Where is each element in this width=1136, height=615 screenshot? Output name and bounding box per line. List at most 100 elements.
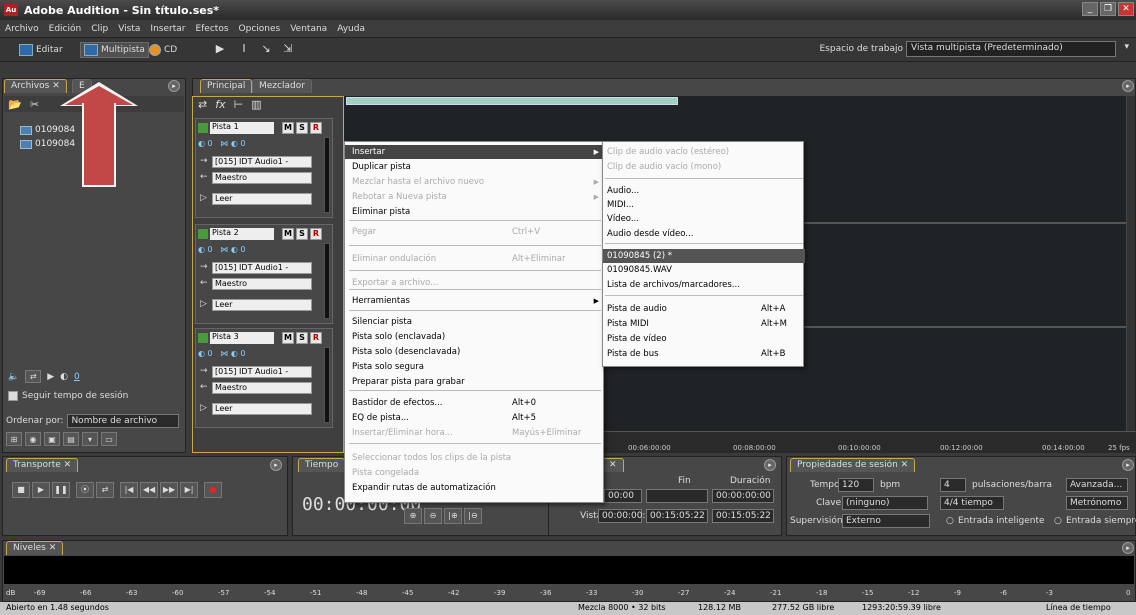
- track-pista-1[interactable]: Pista 1 M S R ◐ 0 ⋈ ◐ 0 → [015] IDT Audi…: [195, 118, 333, 218]
- context-menu-item[interactable]: Silenciar pista: [345, 315, 605, 329]
- track-input-select[interactable]: [015] IDT Audio1 -: [212, 156, 312, 168]
- tab-archivos[interactable]: Archivos ✕: [4, 79, 67, 93]
- tab-principal[interactable]: Principal: [200, 79, 253, 93]
- beats-field[interactable]: 4: [940, 478, 966, 492]
- editar-button[interactable]: Editar: [16, 42, 66, 58]
- track-pan[interactable]: 0: [240, 139, 245, 148]
- volume-knob-icon[interactable]: ◐: [198, 245, 205, 254]
- context-menu-item[interactable]: Preparar pista para grabar: [345, 375, 605, 389]
- selection-end-field[interactable]: [646, 489, 708, 503]
- zoom-in-amplitude-icon[interactable]: ⊕: [404, 508, 422, 524]
- automation-mode-select[interactable]: Leer: [212, 193, 312, 205]
- effects-icon[interactable]: fx: [215, 98, 225, 111]
- always-input-radio[interactable]: ○: [1054, 516, 1062, 526]
- automation-mode-select[interactable]: Leer: [212, 403, 312, 415]
- selection-duration-field[interactable]: 00:00:00:00: [712, 489, 774, 503]
- context-menu-item[interactable]: EQ de pista... Alt+5: [345, 411, 605, 425]
- view-duration-field[interactable]: 00:15:05:22: [712, 509, 774, 523]
- play-button[interactable]: ▶: [32, 482, 50, 498]
- marker-filter-icon[interactable]: ▾: [82, 432, 98, 446]
- tab-tiempo[interactable]: Tiempo: [298, 458, 346, 472]
- automation-mode-select[interactable]: Leer: [212, 299, 312, 311]
- tab-transporte[interactable]: Transporte ✕: [6, 458, 79, 472]
- track-output-select[interactable]: Maestro: [212, 382, 312, 394]
- track-input-select[interactable]: [015] IDT Audio1 -: [212, 366, 312, 378]
- submenu-item[interactable]: 01090845 (2) *: [603, 249, 805, 263]
- zoom-in-time-icon[interactable]: |⊕: [444, 508, 462, 524]
- preview-volume-value[interactable]: 0: [74, 372, 80, 382]
- track-pan[interactable]: 0: [240, 245, 245, 254]
- menu-insertar[interactable]: Insertar: [145, 24, 190, 34]
- view-end-field[interactable]: 00:15:05:22: [646, 509, 708, 523]
- video-filter-icon[interactable]: ▤: [63, 432, 79, 446]
- track-name[interactable]: Pista 3: [210, 332, 274, 344]
- submenu-item[interactable]: Pista de audio Alt+A: [603, 302, 805, 316]
- hybrid-tool-icon[interactable]: ↘: [258, 42, 274, 58]
- volume-knob-icon[interactable]: ◐: [198, 349, 205, 358]
- track-pista-2[interactable]: Pista 2 M S R ◐ 0 ⋈ ◐ 0 → [015] IDT Audi…: [195, 224, 333, 324]
- submenu-item[interactable]: Pista MIDI Alt+M: [603, 317, 805, 331]
- selection-start-field[interactable]: 00:00: [604, 489, 642, 503]
- loop-icon[interactable]: ⇄: [25, 370, 42, 383]
- menu-efectos[interactable]: Efectos: [190, 24, 233, 34]
- mute-button[interactable]: M: [282, 122, 294, 134]
- volume-knob-icon[interactable]: ◐: [198, 139, 205, 148]
- workspace-select[interactable]: Vista multipista (Predeterminado) ▾: [906, 41, 1129, 57]
- track-output-select[interactable]: Maestro: [212, 278, 312, 290]
- advanced-button[interactable]: Avanzada...: [1066, 478, 1128, 492]
- volume-knob-icon[interactable]: ◐: [60, 372, 68, 382]
- tab-selection[interactable]: ✕: [602, 458, 624, 472]
- metronome-button[interactable]: Metrónomo: [1066, 496, 1128, 510]
- move-tool-icon[interactable]: ▶: [212, 42, 228, 58]
- minimize-icon[interactable]: _: [1082, 2, 1098, 16]
- filter-icon[interactable]: ⊞: [6, 432, 22, 446]
- arm-record-button[interactable]: R: [310, 228, 322, 240]
- eq-icon[interactable]: ▥: [251, 98, 261, 111]
- track-name[interactable]: Pista 1: [210, 122, 274, 134]
- automation-expand-icon[interactable]: ▷: [200, 299, 207, 309]
- arm-record-button[interactable]: R: [310, 332, 322, 344]
- track-volume[interactable]: 0: [208, 349, 213, 358]
- key-select[interactable]: (ninguno): [842, 496, 928, 510]
- tab-niveles[interactable]: Niveles ✕: [6, 541, 64, 555]
- restore-icon[interactable]: ❐: [1100, 2, 1116, 16]
- horizontal-zoom-scrollbar[interactable]: [346, 97, 678, 105]
- solo-button[interactable]: S: [296, 122, 308, 134]
- arm-record-button[interactable]: R: [310, 122, 322, 134]
- file-item[interactable]: 0109084: [20, 125, 75, 135]
- smart-input-radio[interactable]: ○: [946, 516, 954, 526]
- time-signature-select[interactable]: 4/4 tiempo: [940, 496, 1004, 510]
- panel-menu-icon[interactable]: ▸: [764, 459, 776, 471]
- track-name[interactable]: Pista 2: [210, 228, 274, 240]
- submenu-item[interactable]: Audio desde vídeo...: [603, 227, 805, 241]
- fast-forward-button[interactable]: ▶▶: [160, 482, 178, 498]
- mute-button[interactable]: M: [282, 332, 294, 344]
- solo-button[interactable]: S: [296, 332, 308, 344]
- menu-clip[interactable]: Clip: [86, 24, 113, 34]
- track-volume[interactable]: 0: [208, 245, 213, 254]
- menu-edicion[interactable]: Edición: [44, 24, 87, 34]
- cd-button[interactable]: CD: [146, 42, 180, 58]
- pan-knob-icon[interactable]: ◐: [231, 245, 238, 254]
- menu-ayuda[interactable]: Ayuda: [332, 24, 370, 34]
- open-file-icon[interactable]: 📂: [8, 98, 22, 111]
- audio-filter-icon[interactable]: ◉: [25, 432, 41, 446]
- go-to-end-button[interactable]: ▶|: [180, 482, 198, 498]
- pan-knob-icon[interactable]: ◐: [231, 139, 238, 148]
- menu-vista[interactable]: Vista: [113, 24, 145, 34]
- track-output-select[interactable]: Maestro: [212, 172, 312, 184]
- stop-button[interactable]: ■: [12, 482, 30, 498]
- context-menu-item[interactable]: Pista solo (enclavada): [345, 330, 605, 344]
- context-menu-item[interactable]: Insertar ▶: [345, 145, 605, 159]
- context-menu-item[interactable]: Bastidor de efectos... Alt+0: [345, 396, 605, 410]
- inputs-outputs-icon[interactable]: ⇄: [198, 98, 207, 111]
- submenu-item[interactable]: Lista de archivos/marcadores...: [603, 278, 805, 292]
- follow-tempo-row[interactable]: Seguir tempo de sesión: [8, 391, 128, 401]
- menu-archivo[interactable]: Archivo: [0, 24, 44, 34]
- panel-menu-icon[interactable]: ▸: [270, 459, 282, 471]
- sort-select[interactable]: Nombre de archivo: [67, 414, 180, 428]
- automation-expand-icon[interactable]: ▷: [200, 403, 207, 413]
- submenu-item[interactable]: Pista de vídeo: [603, 332, 805, 346]
- folder-filter-icon[interactable]: ▭: [101, 432, 117, 446]
- close-icon[interactable]: ✕: [1118, 2, 1134, 16]
